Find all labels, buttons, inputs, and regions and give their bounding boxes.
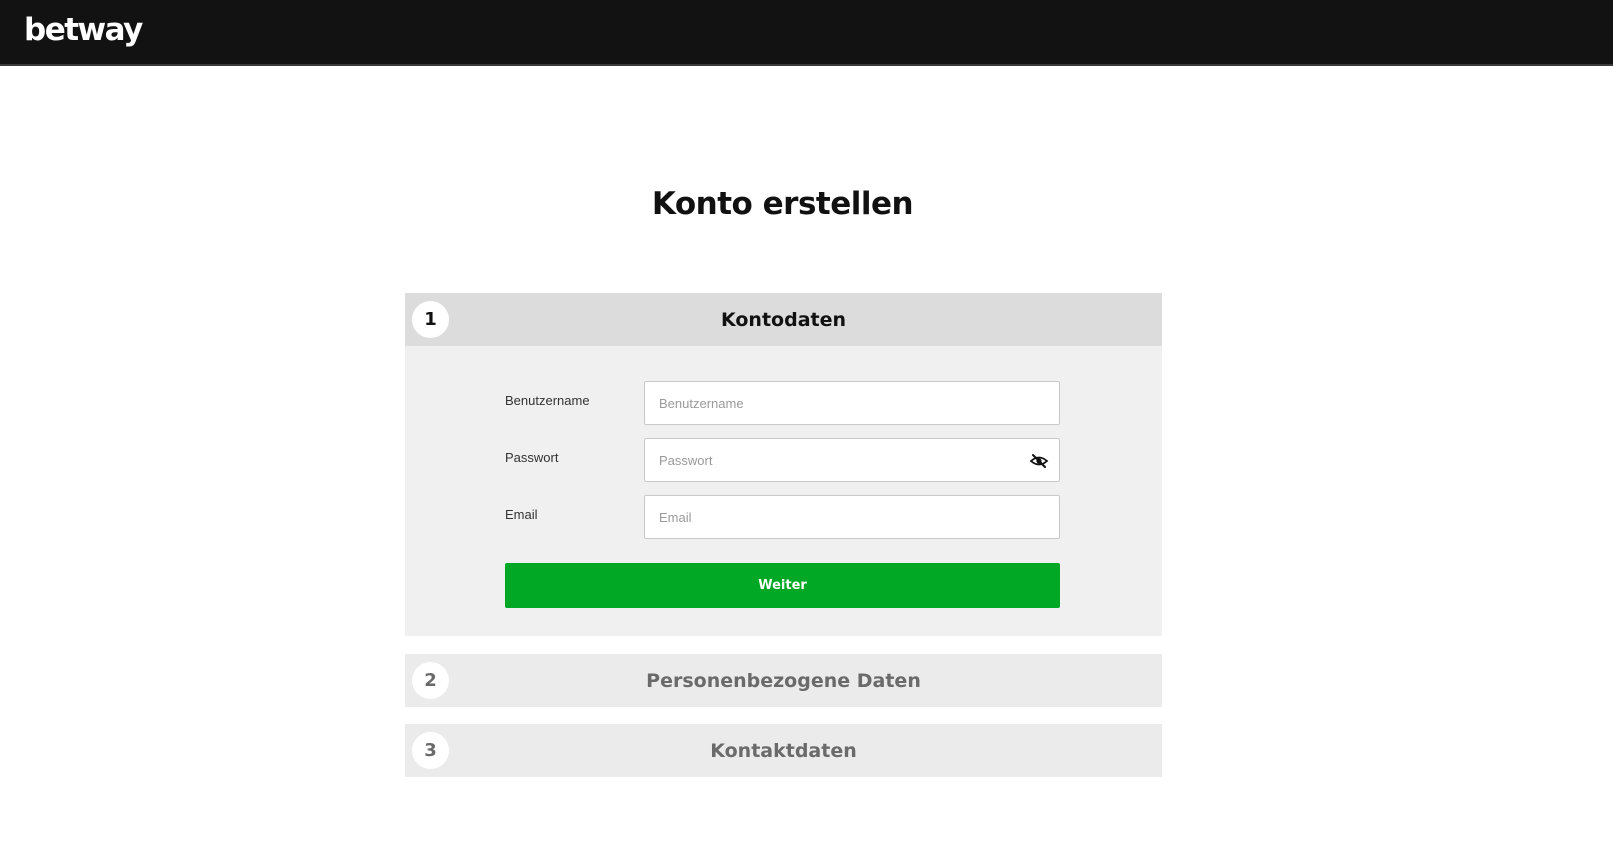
email-label: Email — [505, 507, 538, 522]
step-number-badge: 1 — [412, 301, 449, 338]
eye-slash-icon[interactable] — [1029, 451, 1049, 471]
step-number-badge: 3 — [412, 732, 449, 769]
password-label: Passwort — [505, 450, 559, 465]
step-title: Personenbezogene Daten — [646, 669, 921, 692]
step-number-badge: 2 — [412, 662, 449, 699]
password-input-wrapper — [644, 438, 1060, 482]
step-title: Kontaktdaten — [710, 739, 857, 762]
username-row: Benutzername — [505, 381, 1060, 425]
step-header-personenbezogene-daten[interactable]: 2 Personenbezogene Daten — [405, 654, 1162, 707]
betway-logo[interactable]: betway — [24, 10, 143, 50]
page-title: Konto erstellen — [651, 186, 914, 222]
username-label: Benutzername — [505, 393, 590, 408]
password-row: Passwort — [505, 438, 1060, 482]
step-header-kontodaten[interactable]: 1 Kontodaten — [405, 293, 1162, 346]
step-kontodaten: 1 Kontodaten Benutzername Passwort Email — [405, 293, 1162, 636]
step-title: Kontodaten — [720, 308, 847, 331]
username-input[interactable] — [645, 382, 1059, 424]
email-input-wrapper — [644, 495, 1060, 539]
step-kontaktdaten[interactable]: 3 Kontaktdaten — [405, 724, 1162, 777]
step-header-kontaktdaten[interactable]: 3 Kontaktdaten — [405, 724, 1162, 777]
email-row: Email — [505, 495, 1060, 539]
step-personenbezogene-daten[interactable]: 2 Personenbezogene Daten — [405, 654, 1162, 707]
username-input-wrapper — [644, 381, 1060, 425]
email-input[interactable] — [645, 496, 1059, 538]
weiter-button[interactable]: Weiter — [505, 563, 1060, 608]
top-bar: betway — [0, 0, 1613, 66]
password-input[interactable] — [645, 439, 1059, 481]
